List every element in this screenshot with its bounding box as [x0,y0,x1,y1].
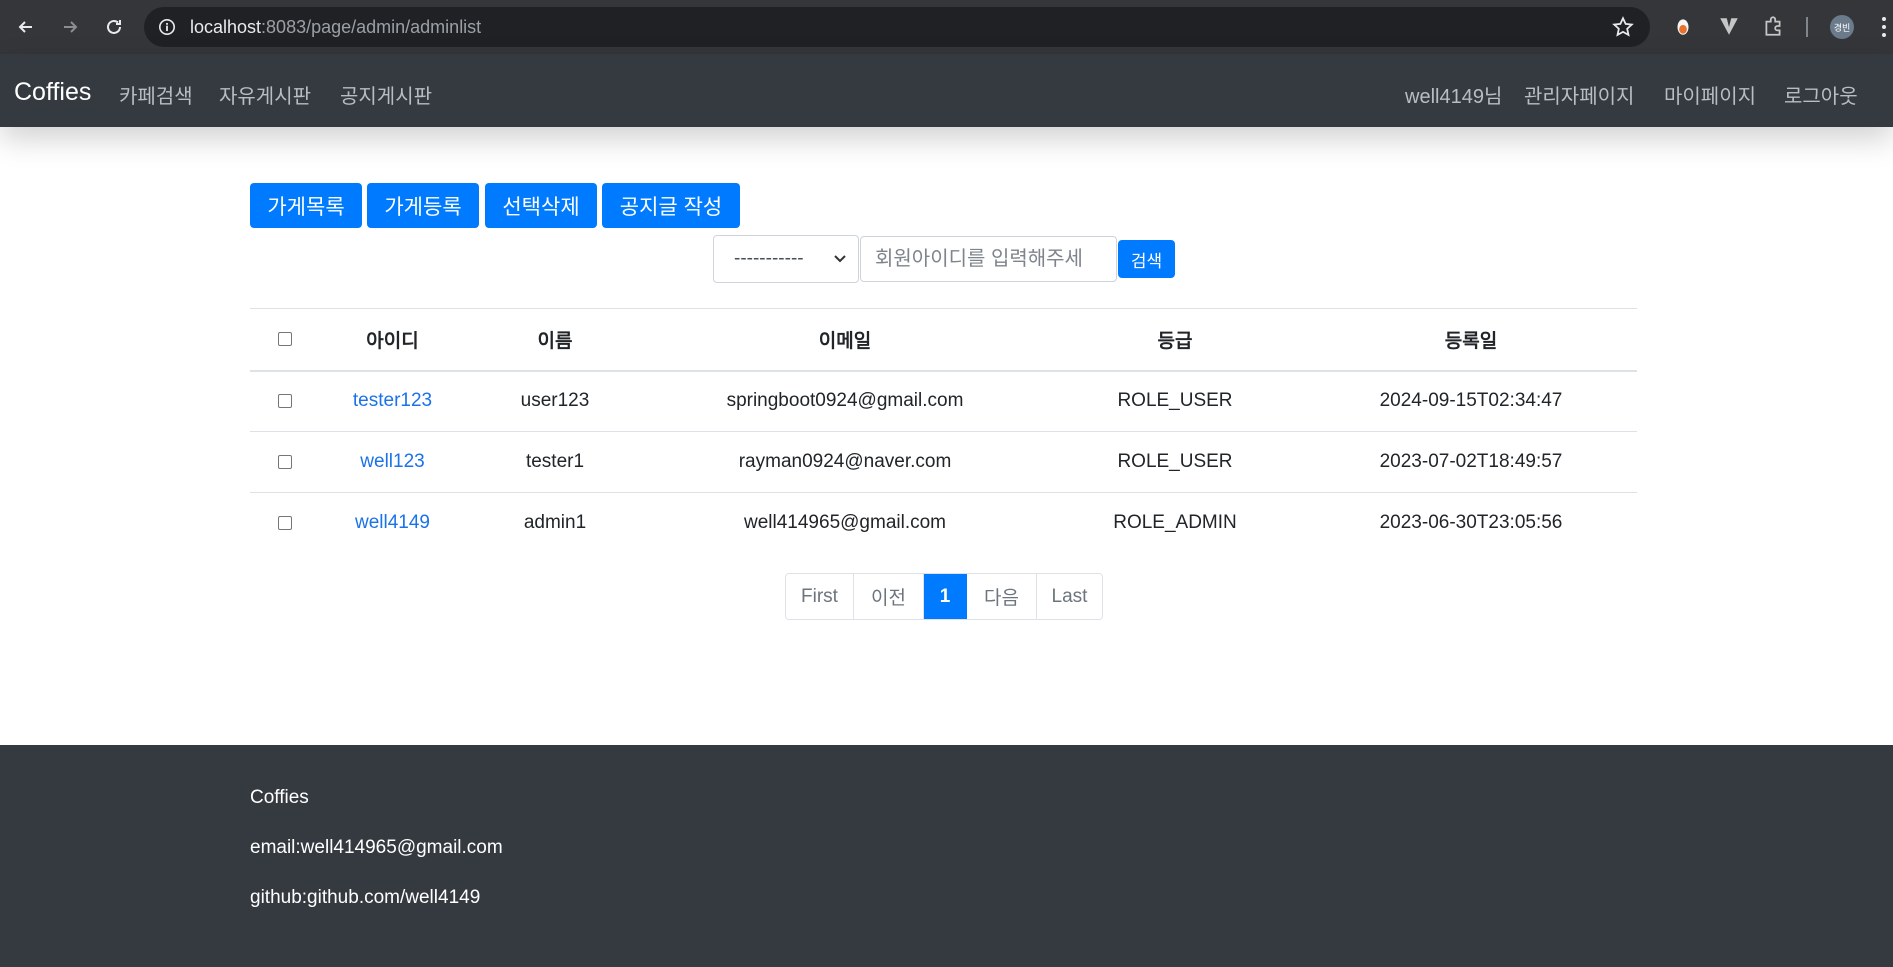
site-info-icon[interactable] [156,16,178,38]
footer-name: Coffies [250,787,309,808]
row-created: 2023-06-30T23:05:56 [1379,512,1563,534]
row-checkbox[interactable] [278,454,292,469]
row-select-cell [250,370,320,432]
select-all-checkbox[interactable] [278,332,292,347]
row-email: rayman0924@naver.com [645,431,1045,493]
header-id: 아이디 [320,308,465,372]
site-footer: Coffies email:well414965@gmail.com githu… [0,745,1893,967]
url-text: localhost:8083/page/admin/adminlist [190,17,481,38]
search-button[interactable]: 검색 [1118,240,1175,278]
row-email: springboot0924@gmail.com [645,370,1045,432]
table-row: tester123 user123 springboot0924@gmail.c… [250,370,1637,432]
back-icon[interactable] [8,9,44,45]
table-row: well4149 admin1 well414965@gmail.com ROL… [250,493,1637,554]
url-path: :8083/page/admin/adminlist [261,16,482,37]
search-type-select[interactable]: ----------- [713,235,859,283]
site-navbar: Coffies 카페검색 자유게시판 공지게시판 well4149님 관리자페이… [0,54,1893,127]
extension-icon-orange[interactable] [1670,13,1696,39]
nav-notice-board[interactable]: 공지게시판 [340,80,432,109]
row-select-cell [250,493,320,554]
reload-icon[interactable] [96,9,132,45]
row-created: 2024-09-15T02:34:47 [1305,370,1637,432]
row-id-cell: well4149 [320,493,465,554]
header-role: 등급 [1045,308,1305,372]
user-greeting: well4149님 [1405,86,1503,108]
footer-email: email:well414965@gmail.com [250,837,503,858]
row-checkbox[interactable] [278,516,292,531]
nav-my-page[interactable]: 마이페이지 [1664,80,1756,109]
header-name: 이름 [465,308,645,372]
forward-icon[interactable] [52,9,88,45]
pagination: First 이전 1 다음 Last [785,573,1103,620]
extension-v-icon[interactable] [1716,13,1742,39]
header-email: 이메일 [645,308,1045,372]
row-created: 2023-07-02T18:49:57 [1305,431,1637,493]
row-id-cell: well123 [320,431,465,493]
row-name: tester1 [465,431,645,493]
member-id-link[interactable]: well123 [360,451,424,472]
nav-cafe-search[interactable]: 카페검색 [119,80,193,109]
search-type-value: ----------- [734,248,804,269]
row-role: ROLE_USER [1045,370,1305,432]
url-host: localhost [190,16,262,37]
member-id-search-input[interactable] [860,236,1117,282]
profile-avatar[interactable]: 경빈 [1830,15,1854,39]
write-notice-button[interactable]: 공지글 작성 [602,183,740,228]
delete-selected-button[interactable]: 선택삭제 [485,183,597,228]
page-next[interactable]: 다음 [967,574,1037,619]
browser-menu-icon[interactable] [1878,14,1890,40]
store-list-button[interactable]: 가게목록 [250,183,362,228]
nav-free-board[interactable]: 자유게시판 [219,80,311,109]
member-table: 아이디 이름 이메일 등급 등록일 tester123 user123 spri… [250,308,1637,554]
row-select-cell [250,431,320,493]
store-register-button[interactable]: 가게등록 [367,183,479,228]
chevron-down-icon [834,255,846,263]
row-role: ROLE_USER [1045,431,1305,493]
row-name: admin1 [523,512,587,534]
extensions-puzzle-icon[interactable] [1760,13,1786,39]
page-first[interactable]: First [786,574,854,619]
browser-toolbar: localhost:8083/page/admin/adminlist 경빈 [0,0,1893,54]
select-all-header [250,308,320,372]
page-prev[interactable]: 이전 [854,574,924,619]
row-id-cell: tester123 [320,370,465,432]
header-created: 등록일 [1305,308,1637,372]
nav-logout[interactable]: 로그아웃 [1784,80,1858,109]
member-id-link[interactable]: well4149 [355,512,430,533]
row-checkbox[interactable] [278,394,292,409]
page-last[interactable]: Last [1037,574,1102,619]
member-id-link[interactable]: tester123 [353,390,432,411]
row-email: well414965@gmail.com [744,512,946,534]
page-current[interactable]: 1 [924,574,967,619]
brand-link[interactable]: Coffies [14,78,91,107]
bookmark-star-icon[interactable] [1612,16,1634,38]
address-bar[interactable]: localhost:8083/page/admin/adminlist [144,7,1650,47]
table-row: well123 tester1 rayman0924@naver.com ROL… [250,431,1637,493]
table-header-row: 아이디 이름 이메일 등급 등록일 [250,308,1637,372]
toolbar-divider [1806,17,1808,37]
row-role: ROLE_ADMIN [1113,512,1237,534]
row-name: user123 [465,370,645,432]
footer-github: github:github.com/well4149 [250,887,481,908]
nav-admin-page[interactable]: 관리자페이지 [1524,80,1634,109]
